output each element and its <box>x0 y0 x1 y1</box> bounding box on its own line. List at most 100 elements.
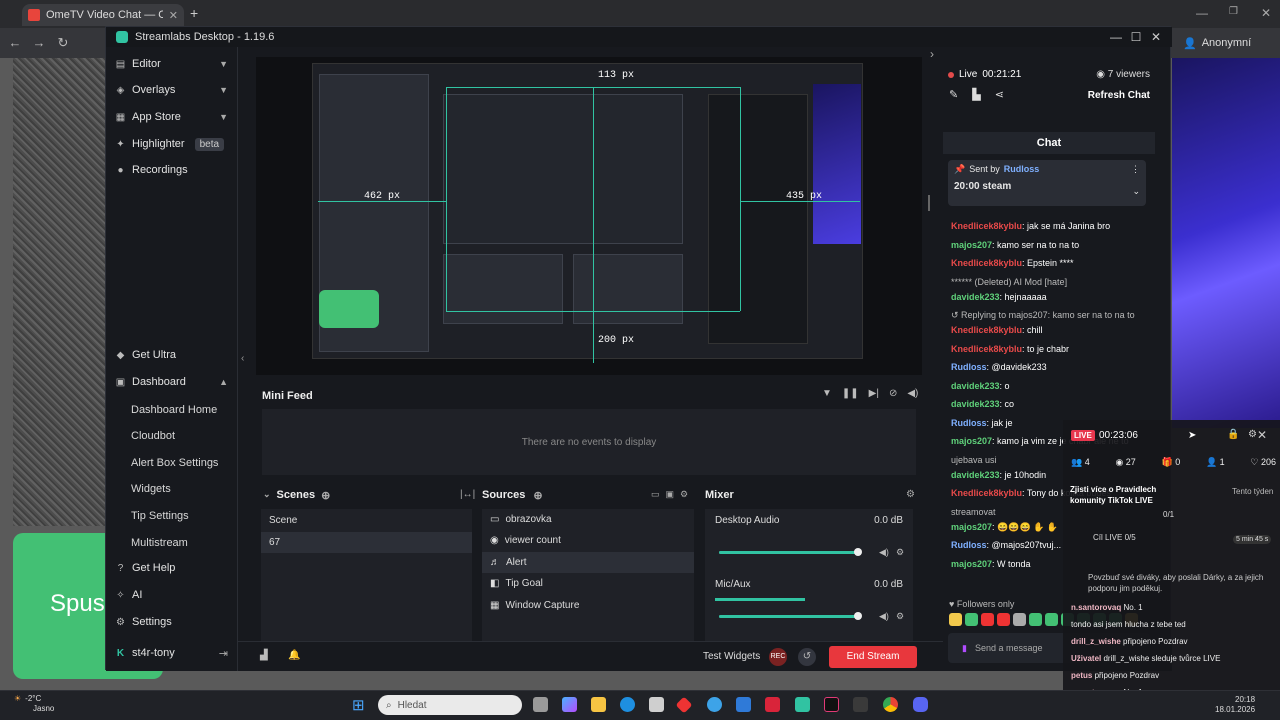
nav-get-ultra[interactable]: ◆ Get Ultra <box>106 344 238 366</box>
stream-preview[interactable]: 113 px 462 px 435 px 200 px <box>256 57 922 375</box>
nav-app-store[interactable]: ▦ App Store ▼ <box>106 106 238 128</box>
app-icon[interactable] <box>649 697 664 712</box>
clock[interactable]: 20:18 18.01.2026 <box>1215 695 1255 715</box>
nav-cloudbot[interactable]: Cloudbot <box>131 430 175 442</box>
more-icon[interactable]: ⋮ <box>1131 164 1140 175</box>
stats-icon[interactable]: ▟ <box>260 650 268 661</box>
close-icon[interactable]: ✕ <box>1148 29 1164 45</box>
nav-tip-settings[interactable]: Tip Settings <box>131 510 189 522</box>
chat-username[interactable]: davidek233 <box>951 470 1000 480</box>
speaker-icon[interactable]: ◀) <box>879 547 889 558</box>
tiktok-username[interactable]: Uživatel <box>1071 654 1101 663</box>
discord-icon[interactable] <box>913 697 928 712</box>
incognito-profile[interactable]: 👤 Anonymní <box>1183 33 1263 53</box>
chat-username[interactable]: majos207 <box>951 240 992 250</box>
emote-icon[interactable] <box>1029 613 1042 626</box>
chat-username[interactable]: Knedlicek8kyblu <box>951 221 1022 231</box>
source-item[interactable]: ▦ Window Capture <box>482 595 694 616</box>
mixer-settings-icon[interactable]: ⚙ <box>906 489 915 500</box>
streamlabs-taskbar-icon[interactable] <box>795 697 810 712</box>
tiktok-username[interactable]: n.santorovaq <box>1071 603 1121 612</box>
chat-username[interactable]: majos207 <box>951 559 992 569</box>
chat-username[interactable]: majos207 <box>951 522 992 532</box>
nav-multistream[interactable]: Multistream <box>131 537 188 549</box>
nav-recordings[interactable]: ● Recordings <box>106 159 238 181</box>
app-icon[interactable] <box>853 697 868 712</box>
nav-settings[interactable]: ⚙ Settings <box>106 611 238 633</box>
tiktok-username[interactable]: drill_z_wishe <box>1071 637 1121 646</box>
tiktok-icon[interactable] <box>824 697 839 712</box>
nav-dashboard-home[interactable]: Dashboard Home <box>131 404 217 416</box>
source-item[interactable]: ◧ Tip Goal <box>482 573 694 594</box>
emote-icon[interactable] <box>949 613 962 626</box>
speaker-icon[interactable]: ◀) <box>879 611 889 622</box>
collapse-sidebar-icon[interactable]: ‹ <box>241 353 244 364</box>
nav-alert-box[interactable]: Alert Box Settings <box>131 457 218 469</box>
tiktok-rules-link[interactable]: Zjisti více o Pravidlech komunity TikTok… <box>1070 484 1190 506</box>
app-icon[interactable] <box>736 697 751 712</box>
mute-alerts-icon[interactable]: ⊘ <box>889 388 897 399</box>
copilot-icon[interactable] <box>562 697 577 712</box>
stack-icon[interactable]: ▙ <box>972 88 980 101</box>
close-icon[interactable]: ✕ <box>1257 428 1267 442</box>
chevron-down-icon[interactable]: ⌄ <box>1132 186 1140 197</box>
chat-username[interactable]: Rudloss <box>951 418 987 428</box>
taskbar-search[interactable]: ⌕ Hledat <box>378 695 522 715</box>
volume-icon[interactable]: ◀) <box>907 388 918 399</box>
refresh-chat-button[interactable]: Refresh Chat <box>1088 90 1150 101</box>
nav-overlays[interactable]: ◈ Overlays ▼ <box>106 79 238 101</box>
file-explorer-icon[interactable] <box>591 697 606 712</box>
record-button[interactable]: REC <box>769 648 787 666</box>
tiktok-username[interactable]: petus <box>1071 671 1092 680</box>
resize-handle[interactable] <box>928 195 930 211</box>
nav-widgets[interactable]: Widgets <box>131 483 171 495</box>
chevron-right-icon[interactable]: › <box>930 47 934 61</box>
forward-icon[interactable]: → <box>31 35 47 51</box>
minimize-browser-icon[interactable]: — <box>1196 6 1208 20</box>
chat-username[interactable]: Rudloss <box>951 540 987 550</box>
maximize-icon[interactable]: ☐ <box>1128 29 1144 45</box>
test-widgets-button[interactable]: Test Widgets <box>703 651 760 662</box>
chat-username[interactable]: davidek233 <box>951 381 1000 391</box>
volume-slider-knob[interactable] <box>854 612 863 620</box>
volume-slider-knob[interactable] <box>854 548 863 556</box>
emote-icon[interactable] <box>981 613 994 626</box>
scene-item[interactable]: 67 <box>261 532 472 553</box>
folder-add-icon[interactable]: ▣ <box>666 489 675 500</box>
chat-username[interactable]: Knedlicek8kyblu <box>951 325 1022 335</box>
edge-icon[interactable] <box>620 697 635 712</box>
notification-bell-icon[interactable]: 🔔 <box>288 650 300 661</box>
chat-username[interactable]: Knedlicek8kyblu <box>951 344 1022 354</box>
channel-settings-icon[interactable]: ⚙ <box>896 611 904 622</box>
pause-icon[interactable]: ❚❚ <box>842 388 859 399</box>
skip-icon[interactable]: ▶| <box>869 388 879 399</box>
nav-get-help[interactable]: ? Get Help <box>106 557 238 579</box>
browser-tab[interactable]: OmeTV Video Chat — Ome ✕ <box>22 4 184 26</box>
transition-icon[interactable]: |↔| <box>460 489 475 500</box>
chrome-icon[interactable] <box>883 697 898 712</box>
source-item[interactable]: ♬ Alert <box>482 552 694 573</box>
emote-icon[interactable] <box>997 613 1010 626</box>
settings-icon[interactable]: ⚙ <box>1248 429 1257 440</box>
folder-icon[interactable]: ▭ <box>651 489 660 500</box>
source-item[interactable]: ◉ viewer count <box>482 530 694 551</box>
end-stream-button[interactable]: End Stream <box>829 646 917 668</box>
source-settings-icon[interactable]: ⚙ <box>680 489 688 500</box>
logout-icon[interactable]: ⇥ <box>219 647 228 660</box>
chat-username[interactable]: Knedlicek8kyblu <box>951 258 1022 268</box>
filter-icon[interactable]: ▼ <box>822 388 832 399</box>
nav-dashboard[interactable]: ▣ Dashboard ▲ <box>106 371 238 393</box>
close-tab-icon[interactable]: ✕ <box>169 9 178 22</box>
app-icon[interactable] <box>675 696 693 714</box>
nav-ai[interactable]: ✧ AI <box>106 584 238 606</box>
nav-editor[interactable]: ▤ Editor ▼ <box>106 53 238 75</box>
channel-settings-icon[interactable]: ⚙ <box>896 547 904 558</box>
close-browser-icon[interactable]: ✕ <box>1261 6 1271 20</box>
app-icon[interactable] <box>765 697 780 712</box>
back-icon[interactable]: ← <box>7 35 23 51</box>
minimize-icon[interactable]: — <box>1108 29 1124 45</box>
reload-icon[interactable]: ↻ <box>55 35 71 51</box>
edit-icon[interactable]: ✎ <box>949 88 958 101</box>
chat-username[interactable]: davidek233 <box>951 399 1000 409</box>
chat-username[interactable]: Rudloss <box>951 362 987 372</box>
